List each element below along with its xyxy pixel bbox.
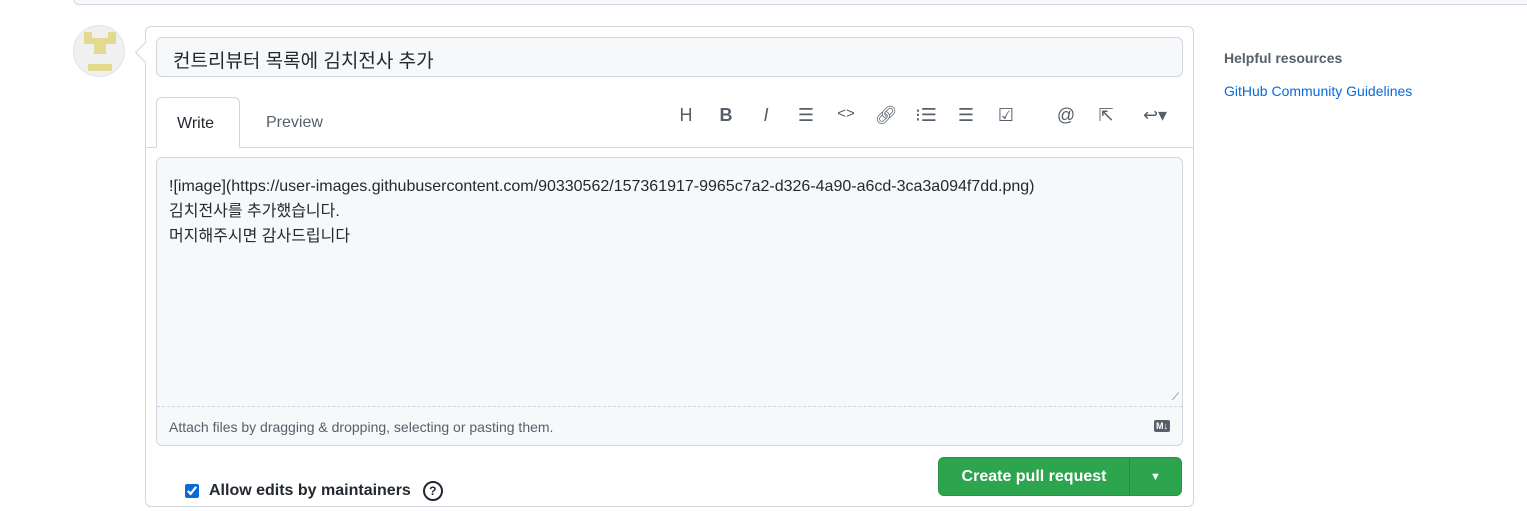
reply-icon[interactable]: ↩▾ [1138,105,1172,126]
allow-edits-label: Allow edits by maintainers [209,482,411,499]
editor-line: ![image](https://user-images.githubuserc… [169,178,1035,195]
resize-handle[interactable]: ⟋ [1172,392,1179,403]
quote-icon[interactable]: ☰ [794,105,818,126]
numbered-list-icon[interactable]: ☰ [954,105,978,126]
allow-edits-checkbox[interactable] [185,484,199,498]
help-icon[interactable]: ? [422,481,443,501]
create-pull-request-button-group: Create pull request ▼ [938,457,1182,496]
cross-reference-icon[interactable]: ⇱ [1094,105,1118,126]
mention-icon[interactable]: @ [1054,105,1078,126]
comment-textarea[interactable]: ![image](https://user-images.githubuserc… [156,157,1183,446]
italic-icon[interactable]: I [754,105,778,126]
tab-preview[interactable]: Preview [246,97,343,148]
heading-icon[interactable]: H [674,105,698,126]
tab-write[interactable]: Write [156,97,240,148]
pull-request-form: 컨트리뷰터 목록에 김치전사 추가 Write Preview H B I ☰ … [145,26,1194,507]
title-input[interactable]: 컨트리뷰터 목록에 김치전사 추가 [156,37,1183,77]
chevron-down-icon[interactable]: ▼ [1130,458,1181,495]
editor-line: 김치전사를 추가했습니다. [169,203,340,220]
task-list-icon[interactable]: ☑ [994,105,1018,126]
community-guidelines-link[interactable]: GitHub Community Guidelines [1224,83,1412,99]
markdown-icon[interactable]: M↓ [1154,420,1170,432]
code-icon[interactable]: <> [834,105,858,122]
avatar[interactable] [73,25,125,77]
helpful-resources-heading: Helpful resources [1224,50,1343,66]
previous-panel [73,0,1527,5]
allow-edits-checkbox-row[interactable]: Allow edits by maintainers ? [185,481,443,501]
attach-files-text: Attach files by dragging & dropping, sel… [169,419,554,435]
bold-icon[interactable]: B [714,105,738,126]
editor-line: 머지해주시면 감사드립니다 [169,228,351,245]
attach-files-bar[interactable]: Attach files by dragging & dropping, sel… [157,406,1182,447]
link-icon[interactable]: 🔗︎ [874,105,898,126]
bulleted-list-icon[interactable]: ⁝☰ [914,105,938,126]
create-pull-request-button[interactable]: Create pull request [939,458,1130,495]
